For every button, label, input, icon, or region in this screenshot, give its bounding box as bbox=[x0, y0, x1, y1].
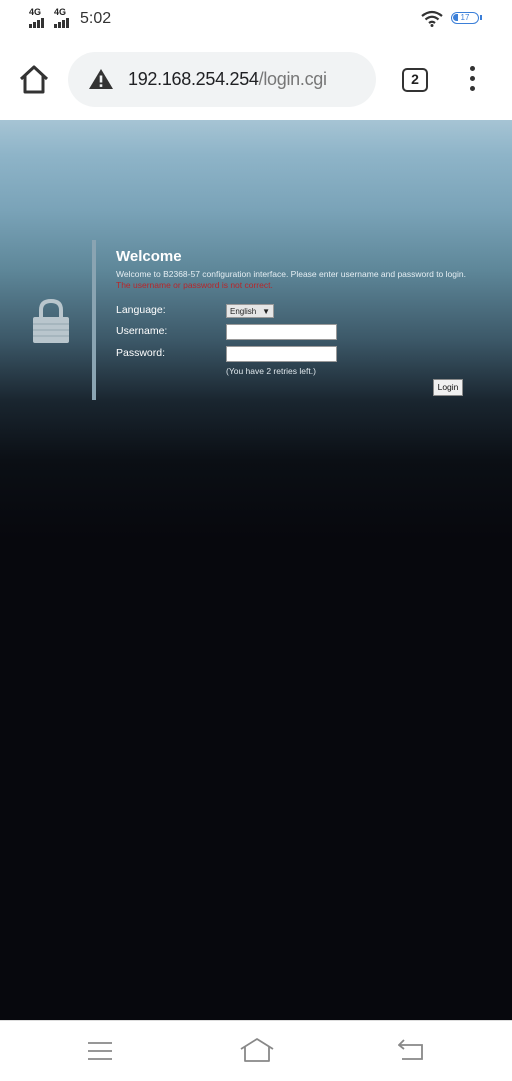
back-icon[interactable] bbox=[398, 1039, 424, 1061]
language-value: English bbox=[230, 307, 257, 316]
login-panel: Welcome Welcome to B2368-57 configuratio… bbox=[116, 248, 496, 396]
divider bbox=[92, 240, 96, 400]
home-icon[interactable] bbox=[16, 62, 52, 98]
url-host: 192.168.254.254 bbox=[128, 69, 259, 89]
language-select[interactable]: English ▼ bbox=[226, 304, 274, 318]
status-bar: 4G 4G 5:02 17 bbox=[0, 0, 512, 40]
system-nav-bar bbox=[0, 1020, 512, 1081]
language-label: Language: bbox=[116, 304, 166, 316]
welcome-description: Welcome to B2368-57 configuration interf… bbox=[116, 269, 466, 279]
username-label: Username: bbox=[116, 325, 168, 337]
web-content: Welcome Welcome to B2368-57 configuratio… bbox=[0, 120, 512, 1020]
login-button[interactable]: Login bbox=[433, 379, 463, 396]
overflow-menu-icon[interactable] bbox=[462, 66, 482, 96]
home-icon[interactable] bbox=[240, 1037, 274, 1063]
welcome-title: Welcome bbox=[116, 248, 182, 265]
error-message: The username or password is not correct. bbox=[116, 280, 273, 290]
wifi-icon bbox=[421, 10, 443, 27]
tabs-icon[interactable]: 2 bbox=[402, 68, 428, 92]
battery-level: 17 bbox=[460, 13, 470, 22]
username-input[interactable] bbox=[226, 324, 337, 340]
battery-icon: 17 bbox=[451, 12, 482, 24]
tab-count: 2 bbox=[411, 71, 419, 87]
signal-strength-icon: 4G bbox=[29, 8, 44, 28]
network-type-label: 4G bbox=[54, 7, 67, 17]
address-bar[interactable]: 192.168.254.254/login.cgi bbox=[68, 52, 376, 107]
chevron-down-icon: ▼ bbox=[262, 307, 270, 316]
signal-strength-icon: 4G bbox=[54, 8, 69, 28]
network-type-label: 4G bbox=[29, 7, 42, 17]
url-text[interactable]: 192.168.254.254/login.cgi bbox=[128, 69, 327, 90]
lock-icon bbox=[33, 298, 69, 343]
menu-icon[interactable] bbox=[88, 1041, 112, 1061]
browser-toolbar: 192.168.254.254/login.cgi 2 bbox=[0, 40, 512, 120]
password-input[interactable] bbox=[226, 346, 337, 362]
url-path: /login.cgi bbox=[258, 69, 327, 89]
warning-icon[interactable] bbox=[88, 68, 114, 90]
password-label: Password: bbox=[116, 347, 166, 359]
retries-text: (You have 2 retries left.) bbox=[226, 366, 316, 376]
clock: 5:02 bbox=[80, 10, 112, 27]
